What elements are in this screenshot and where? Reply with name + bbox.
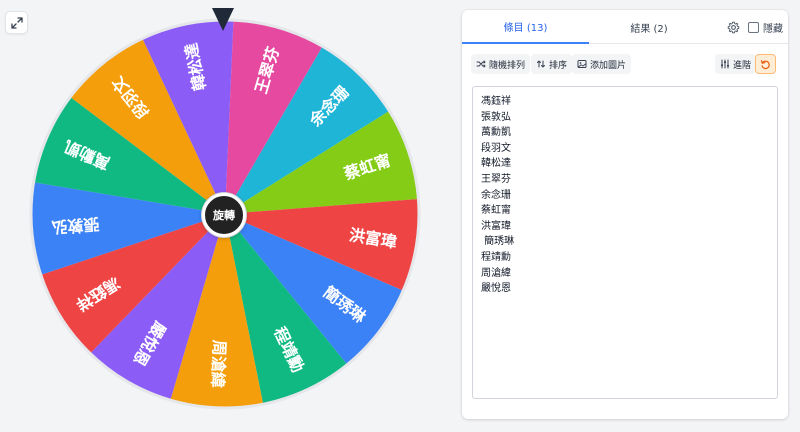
entry-line: 余念珊	[481, 189, 511, 201]
entry-line: 王翠芬	[481, 173, 511, 185]
pointer-triangle-icon	[212, 8, 234, 31]
shuffle-icon	[476, 60, 486, 68]
entries-panel: 條目 (13) 結果 (2) 隱藏 隨機排列 排序 添加圖片 進階 馮鈺祥 張敦…	[462, 10, 788, 419]
expand-button[interactable]	[5, 11, 28, 34]
add-image-button[interactable]: 添加圖片	[572, 54, 632, 74]
image-icon	[577, 60, 587, 68]
spin-center-button[interactable]: 旋轉	[202, 193, 246, 237]
sliders-icon	[721, 59, 729, 69]
shuffle-button[interactable]: 隨機排列	[471, 54, 531, 74]
tab-results[interactable]: 結果 (2)	[589, 10, 709, 44]
gear-icon[interactable]	[727, 21, 740, 34]
entry-line: 蔡虹甯	[481, 205, 511, 217]
advanced-label: 進階	[733, 60, 752, 71]
entry-line: 馮鈺祥	[481, 96, 511, 107]
shuffle-label: 隨機排列	[489, 60, 526, 71]
entries-textarea[interactable]: 馮鈺祥張敦弘萬勳凱段羽文韓松達王翠芬余念珊蔡虹甯洪富瑋 簡琇琳程靖勳周滄緯嚴悅恩	[472, 86, 778, 399]
spin-label: 旋轉	[213, 209, 235, 222]
advanced-button[interactable]: 進階	[715, 54, 757, 74]
entry-line: 韓松達	[481, 158, 511, 170]
wheel-area: 王翠芬 余念珊 蔡虹甯 洪富瑋 簡琇琳 程靖勳 周滄緯 嚴悅恩 馮鈺祥 張敦弘 萬勳凱 段羽文 韓松達 …	[0, 0, 450, 432]
entry-line: 段羽文	[481, 142, 511, 154]
add-image-label: 添加圖片	[590, 60, 627, 71]
entry-line: 張敦弘	[481, 111, 511, 123]
toolbar: 隨機排列 排序 添加圖片 進階	[471, 54, 781, 74]
sort-button[interactable]: 排序	[531, 54, 573, 74]
sort-label: 排序	[549, 60, 568, 71]
wheel-segment-label: 周滄緯	[208, 339, 229, 388]
tab-bar: 條目 (13) 結果 (2) 隱藏	[462, 10, 788, 44]
entry-line: 周滄緯	[481, 267, 511, 279]
expand-arrows-icon	[10, 16, 23, 29]
hide-checkbox[interactable]	[748, 22, 759, 33]
entry-line: 嚴悅恩	[481, 283, 511, 295]
hide-toggle[interactable]: 隱藏	[748, 20, 783, 35]
sort-icon	[537, 60, 545, 68]
entry-line: 程靖勳	[481, 251, 511, 263]
wheel-segment-label: 張敦弘	[51, 214, 100, 237]
reset-button[interactable]	[755, 54, 776, 74]
tab-entries[interactable]: 條目 (13)	[462, 10, 589, 44]
hide-label: 隱藏	[763, 24, 783, 35]
entry-line: 萬勳凱	[481, 127, 511, 139]
entry-line: 簡琇琳	[481, 236, 515, 248]
reset-icon	[760, 59, 770, 69]
entry-line: 洪富瑋	[481, 220, 511, 232]
